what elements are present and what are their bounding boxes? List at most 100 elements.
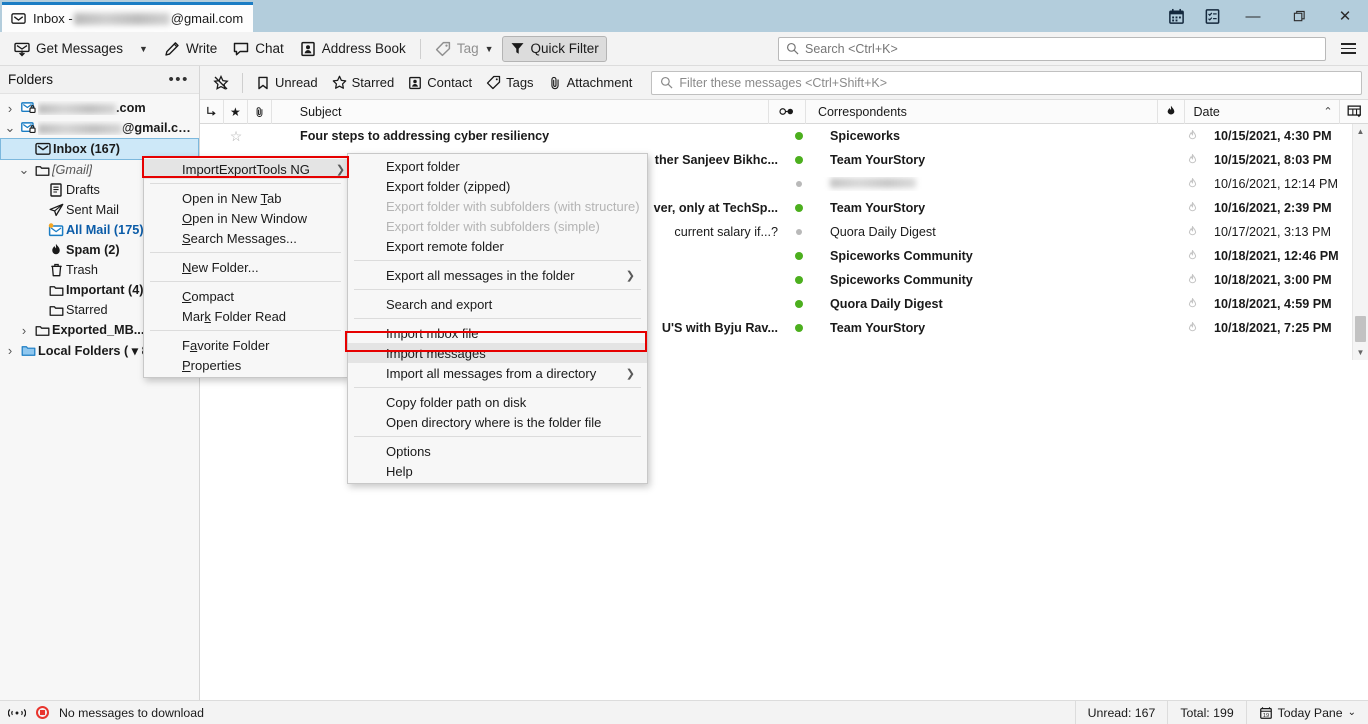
chat-button[interactable]: Chat (225, 36, 292, 62)
flame-icon (1187, 250, 1198, 262)
folder-item-com[interactable]: ›.com (0, 98, 199, 118)
menu-item-import-messages[interactable]: Import messages (348, 343, 647, 363)
message-read-toggle[interactable] (780, 324, 818, 332)
menu-item-search-and-export[interactable]: Search and export (348, 294, 647, 314)
twisty-icon[interactable]: › (2, 101, 18, 116)
message-read-toggle[interactable] (780, 181, 818, 187)
minimize-button[interactable]: — (1230, 0, 1276, 32)
stop-icon[interactable] (36, 706, 49, 719)
read-status-dot (795, 324, 803, 332)
menu-item-export-folder[interactable]: Export folder (348, 156, 647, 176)
menu-item-export-folder-zipped[interactable]: Export folder (zipped) (348, 176, 647, 196)
column-sort-indicator: ⌃ (1317, 100, 1341, 124)
menu-separator (150, 252, 341, 253)
folder-item-label: Exported_MB..._ (52, 323, 151, 337)
message-junk-toggle[interactable] (1178, 322, 1206, 334)
quick-filter-pin-button[interactable] (206, 71, 236, 95)
folder-pane-header: Folders ••• (0, 66, 199, 94)
message-junk-toggle[interactable] (1178, 154, 1206, 166)
folder-item-gmail-com[interactable]: ⌄@gmail.com (0, 118, 199, 138)
column-date[interactable]: Date (1185, 100, 1316, 124)
qf-separator (242, 73, 243, 93)
message-read-toggle[interactable] (780, 300, 818, 308)
message-read-toggle[interactable] (780, 132, 818, 140)
message-read-toggle[interactable] (780, 204, 818, 212)
message-row[interactable]: ☆Four steps to addressing cyber resilien… (200, 124, 1368, 148)
tasks-icon[interactable] (1194, 0, 1230, 32)
menu-item-export-remote-folder[interactable]: Export remote folder (348, 236, 647, 256)
twisty-icon[interactable]: ⌄ (2, 120, 18, 136)
scroll-down-arrow[interactable]: ▼ (1353, 345, 1368, 360)
message-star-toggle[interactable]: ☆ (224, 128, 248, 145)
menu-item-open-in-new-tab[interactable]: Open in New Tab (144, 188, 347, 208)
quick-filter-starred[interactable]: Starred (325, 71, 402, 95)
message-junk-toggle[interactable] (1178, 130, 1206, 142)
message-read-toggle[interactable] (780, 276, 818, 284)
global-search-input[interactable]: Search <Ctrl+K> (778, 37, 1326, 61)
menu-separator (354, 260, 641, 261)
quick-filter-unread-label: Unread (275, 75, 318, 90)
quick-filter-tags[interactable]: Tags (479, 71, 540, 95)
folder-pane-options-icon[interactable]: ••• (168, 75, 189, 85)
menu-item-search-messages[interactable]: Search Messages... (144, 228, 347, 248)
column-subject[interactable]: Subject (272, 100, 769, 124)
quick-filter-unread[interactable]: Unread (249, 71, 325, 95)
menu-item-export-all-messages-in-the-folder[interactable]: Export all messages in the folder❯ (348, 265, 647, 285)
message-junk-toggle[interactable] (1178, 250, 1206, 262)
get-messages-button[interactable]: Get Messages (6, 36, 131, 62)
message-junk-toggle[interactable] (1178, 298, 1206, 310)
message-junk-toggle[interactable] (1178, 178, 1206, 190)
scrollbar-thumb[interactable] (1355, 316, 1366, 342)
address-book-button[interactable]: Address Book (292, 36, 414, 62)
message-read-toggle[interactable] (780, 252, 818, 260)
menu-item-open-directory-where-is-the-folder-file[interactable]: Open directory where is the folder file (348, 412, 647, 432)
tab-inbox[interactable]: Inbox - @gmail.com (2, 2, 253, 32)
twisty-icon[interactable]: › (16, 323, 32, 338)
menu-item-compact[interactable]: Compact (144, 286, 347, 306)
restore-button[interactable] (1276, 0, 1322, 32)
app-menu-button[interactable] (1334, 36, 1362, 62)
quick-filter-contact[interactable]: Contact (401, 71, 479, 95)
menu-item-copy-folder-path-on-disk[interactable]: Copy folder path on disk (348, 392, 647, 412)
menu-item-options[interactable]: Options (348, 441, 647, 461)
menu-item-new-folder[interactable]: New Folder... (144, 257, 347, 277)
menu-item-import-mbox-file[interactable]: Import mbox file (348, 323, 647, 343)
twisty-icon[interactable]: ⌄ (16, 162, 32, 178)
menu-item-mark-folder-read[interactable]: Mark Folder Read (144, 306, 347, 326)
menu-item-import-all-messages-from-a-directory[interactable]: Import all messages from a directory❯ (348, 363, 647, 383)
menu-item-favorite-folder[interactable]: Favorite Folder (144, 335, 347, 355)
message-read-toggle[interactable] (780, 156, 818, 164)
column-star[interactable]: ★ (224, 100, 248, 124)
importexporttools-submenu[interactable]: Export folderExport folder (zipped) Expor… (347, 153, 648, 484)
menu-item-label: Search and export (386, 297, 492, 312)
folder-context-menu[interactable]: ImportExportTools NG❯ Open in New TabOpen… (143, 156, 348, 378)
get-messages-dropdown[interactable]: ▼ (131, 36, 156, 62)
message-filter-input[interactable]: Filter these messages <Ctrl+Shift+K> (651, 71, 1362, 95)
column-attachment[interactable] (248, 100, 272, 124)
message-junk-toggle[interactable] (1178, 226, 1206, 238)
column-junk[interactable] (1158, 100, 1186, 124)
quick-filter-attachment[interactable]: Attachment (541, 71, 640, 95)
column-read[interactable] (769, 100, 806, 124)
close-button[interactable]: ✕ (1322, 0, 1368, 32)
message-junk-toggle[interactable] (1178, 202, 1206, 214)
tag-button[interactable]: Tag ▼ (427, 36, 502, 62)
message-list-scrollbar[interactable]: ▲ ▼ (1352, 124, 1368, 360)
write-button[interactable]: Write (156, 36, 225, 62)
menu-item-importexporttools-ng[interactable]: ImportExportTools NG❯ (144, 159, 347, 179)
menu-item-properties[interactable]: Properties (144, 355, 347, 375)
today-pane-button[interactable]: 19 Today Pane ⌄ (1246, 701, 1368, 724)
calendar-icon[interactable] (1158, 0, 1194, 32)
column-chooser-button[interactable] (1340, 100, 1368, 124)
column-thread[interactable] (200, 100, 224, 124)
quick-filter-button[interactable]: Quick Filter (502, 36, 607, 62)
message-read-toggle[interactable] (780, 229, 818, 235)
folder-item-label: Inbox (167) (53, 142, 120, 156)
menu-item-label: Import mbox file (386, 326, 478, 341)
menu-item-open-in-new-window[interactable]: Open in New Window (144, 208, 347, 228)
twisty-icon[interactable]: › (2, 343, 18, 358)
column-correspondents[interactable]: Correspondents (806, 100, 1158, 124)
menu-item-help[interactable]: Help (348, 461, 647, 481)
message-junk-toggle[interactable] (1178, 274, 1206, 286)
scroll-up-arrow[interactable]: ▲ (1353, 124, 1368, 139)
